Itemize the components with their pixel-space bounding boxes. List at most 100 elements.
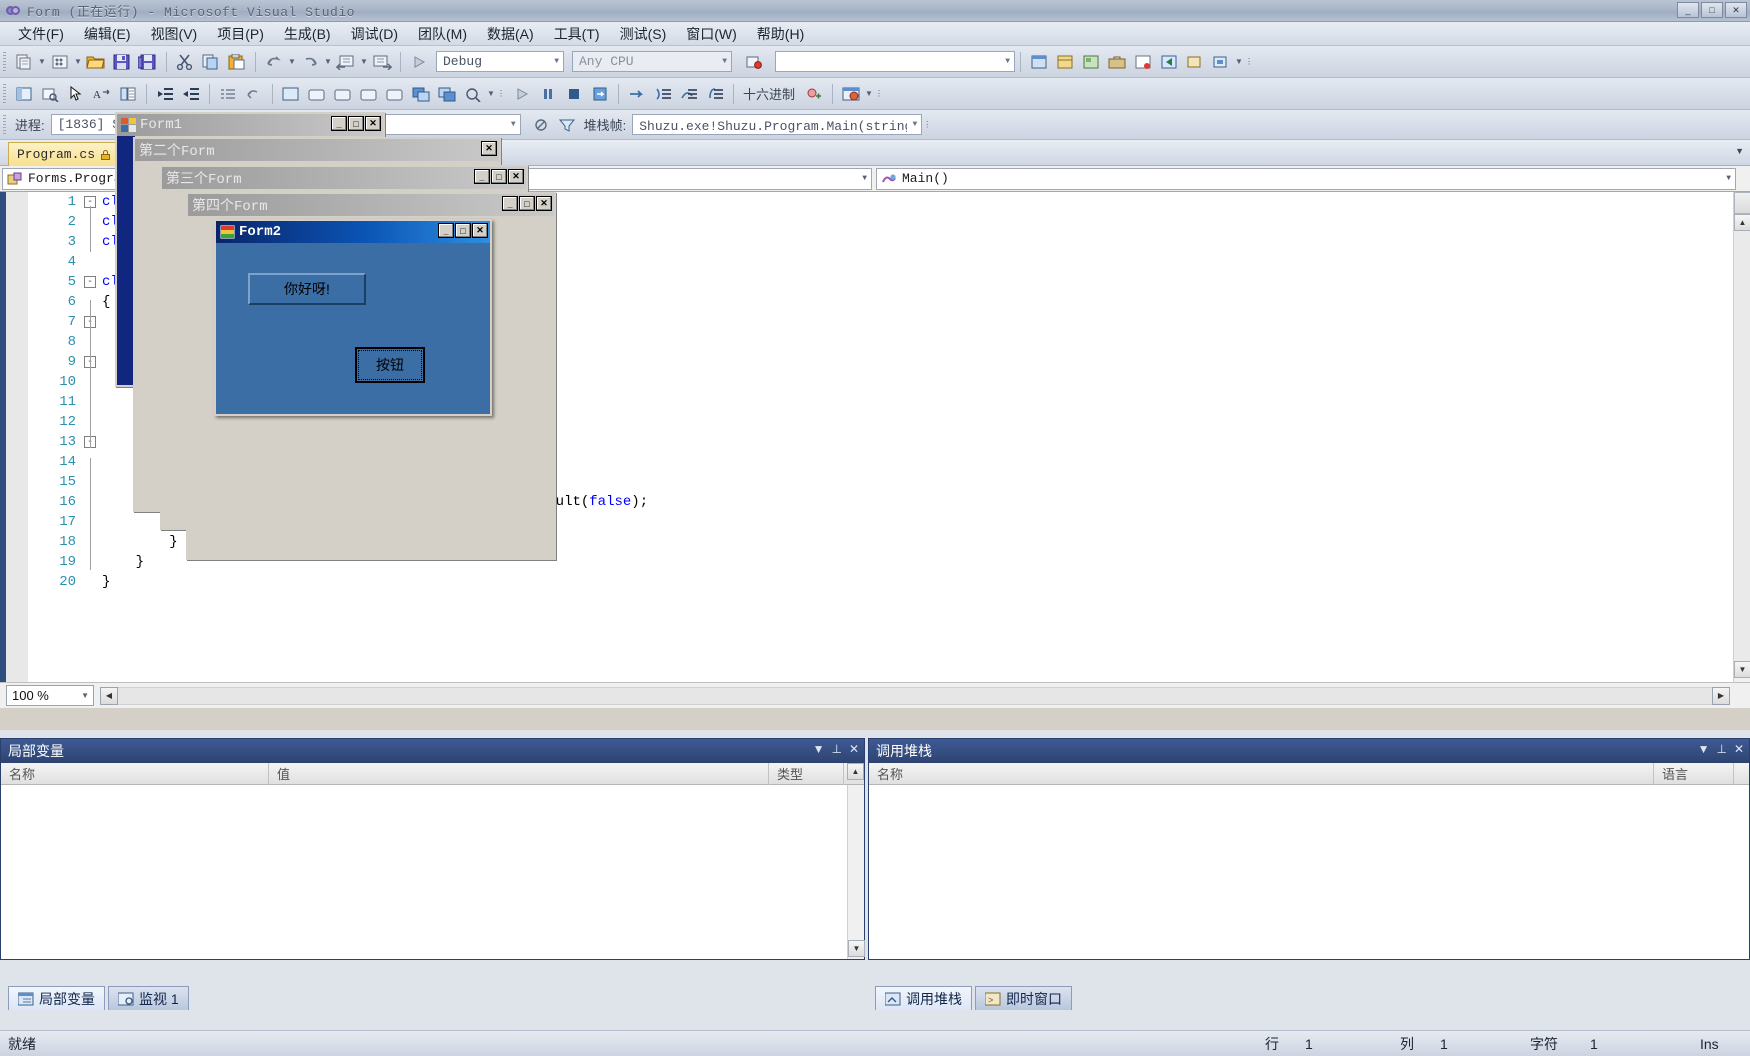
save-icon[interactable]: [110, 50, 134, 74]
display-window-icon[interactable]: [12, 82, 36, 106]
window-maximize-button[interactable]: □: [1701, 2, 1723, 18]
toolbar-options-icon[interactable]: ⋮: [1244, 50, 1254, 74]
form2-greeting-button[interactable]: 你好呀!: [248, 273, 366, 305]
editor-split-handle[interactable]: [1734, 192, 1750, 214]
navigate-back-icon[interactable]: [334, 50, 358, 74]
properties-window-icon[interactable]: [1053, 50, 1077, 74]
menu-view[interactable]: 视图(V): [141, 22, 208, 46]
decrease-indent-icon[interactable]: [153, 82, 177, 106]
tab-order-icon[interactable]: [461, 82, 485, 106]
winform-third-titlebar[interactable]: 第三个Form _ □ ✕: [162, 167, 526, 189]
scroll-down-button[interactable]: ▼: [1734, 661, 1750, 678]
window-minimize-button[interactable]: _: [1677, 2, 1699, 18]
solution-configuration-combo[interactable]: Debug ▼: [436, 51, 564, 72]
callstack-col-name[interactable]: 名称: [869, 763, 1654, 785]
locals-scroll-down-button[interactable]: ▼: [848, 940, 865, 957]
form2-close-button[interactable]: ✕: [472, 223, 488, 238]
winform-form1-minimize[interactable]: _: [331, 116, 347, 131]
new-project-icon[interactable]: [12, 50, 36, 74]
solution-platform-combo[interactable]: Any CPU ▼: [572, 51, 732, 72]
navigate-back-dropdown-icon[interactable]: ▼: [359, 50, 369, 74]
winform-form1-maximize[interactable]: □: [348, 116, 364, 131]
undo-icon[interactable]: [262, 50, 286, 74]
hex-display-label[interactable]: 十六进制: [743, 84, 795, 103]
locals-scroll-track[interactable]: [848, 785, 864, 940]
menu-debug[interactable]: 调试(D): [341, 22, 408, 46]
toolbar-overflow-icon[interactable]: ▼: [1234, 50, 1244, 74]
show-all-files-icon[interactable]: [116, 82, 140, 106]
dock-bottom-icon[interactable]: [383, 82, 407, 106]
winform-third-maximize[interactable]: □: [491, 169, 507, 184]
stop-debugging-icon[interactable]: [562, 82, 586, 106]
menu-data[interactable]: 数据(A): [477, 22, 544, 46]
toggle-breakpoint-icon[interactable]: [802, 82, 826, 106]
dock-top-icon[interactable]: [357, 82, 381, 106]
winform-third-close[interactable]: ✕: [508, 169, 524, 184]
new-window-icon[interactable]: [1183, 50, 1207, 74]
locals-vertical-scrollbar[interactable]: ▼: [847, 785, 864, 959]
menu-team[interactable]: 团队(M): [408, 22, 477, 46]
dock-right-icon[interactable]: [331, 82, 355, 106]
new-project-dropdown-icon[interactable]: ▼: [37, 50, 47, 74]
stackframe-combo[interactable]: Shuzu.exe!Shuzu.Program.Main(string[] ar…: [632, 114, 922, 135]
locals-panel-pin-icon[interactable]: ⊥: [831, 742, 841, 756]
callstack-panel-dropdown-icon[interactable]: ▼: [1698, 742, 1710, 756]
navigate-forward-icon[interactable]: [370, 50, 394, 74]
debug-toolbar-options-icon[interactable]: ⋮: [874, 82, 884, 106]
navigation-member-combo[interactable]: Main() ▼: [876, 168, 1736, 190]
extension-manager-icon[interactable]: [1209, 50, 1233, 74]
open-folder-icon[interactable]: [84, 50, 108, 74]
horizontal-scroll-track[interactable]: [118, 687, 1712, 705]
locals-col-name[interactable]: 名称: [1, 763, 269, 785]
restart-icon[interactable]: [588, 82, 612, 106]
undo-dropdown-icon[interactable]: ▼: [287, 50, 297, 74]
uncomment-selection-icon[interactable]: [242, 82, 266, 106]
menu-build[interactable]: 生成(B): [274, 22, 341, 46]
winform-second-close[interactable]: ✕: [481, 141, 497, 156]
tab-locals[interactable]: 局部变量: [8, 986, 105, 1010]
locals-col-type[interactable]: 类型: [769, 763, 844, 785]
menu-window[interactable]: 窗口(W): [676, 22, 747, 46]
suspend-process-icon[interactable]: [529, 113, 553, 137]
winform-fourth-maximize[interactable]: □: [519, 196, 535, 211]
show-next-statement-icon[interactable]: [625, 82, 649, 106]
locals-panel-dropdown-icon[interactable]: ▼: [813, 742, 825, 756]
winform-form2[interactable]: Form2 _ □ ✕ 你好呀! 按钮: [214, 219, 492, 416]
tab-watch-1[interactable]: 监视 1: [108, 986, 189, 1010]
toolbar-grip[interactable]: [3, 84, 6, 104]
dock-left-icon[interactable]: [305, 82, 329, 106]
step-out-icon[interactable]: [703, 82, 727, 106]
add-item-icon[interactable]: [48, 50, 72, 74]
winform-fourth-titlebar[interactable]: 第四个Form _ □ ✕: [188, 194, 554, 216]
save-all-icon[interactable]: [136, 50, 160, 74]
tab-immediate-window[interactable]: > 即时窗口: [975, 986, 1072, 1010]
menu-file[interactable]: 文件(F): [8, 22, 74, 46]
winform-fourth-close[interactable]: ✕: [536, 196, 552, 211]
callstack-panel-pin-icon[interactable]: ⊥: [1716, 742, 1726, 756]
start-debug-icon[interactable]: [407, 50, 431, 74]
solution-explorer-icon[interactable]: [1027, 50, 1051, 74]
window-layout-icon[interactable]: [279, 82, 303, 106]
redo-icon[interactable]: [298, 50, 322, 74]
attach-process-icon[interactable]: [742, 50, 766, 74]
debug-location-options-icon[interactable]: ⋮: [922, 113, 932, 137]
debug-windows-dropdown-icon[interactable]: ▼: [864, 82, 874, 106]
winform-third-minimize[interactable]: _: [474, 169, 490, 184]
object-browser-icon[interactable]: [1079, 50, 1103, 74]
break-all-icon[interactable]: [536, 82, 560, 106]
error-list-icon[interactable]: [1131, 50, 1155, 74]
step-over-icon[interactable]: [677, 82, 701, 106]
form2-titlebar[interactable]: Form2 _ □ ✕: [216, 221, 490, 243]
callstack-grid-body[interactable]: [869, 785, 1749, 959]
find-in-files-input[interactable]: ▼: [775, 51, 1015, 72]
thread-filter-icon[interactable]: [555, 113, 579, 137]
locals-col-value[interactable]: 值: [269, 763, 769, 785]
find-symbol-icon[interactable]: [38, 82, 62, 106]
send-backward-icon[interactable]: [435, 82, 459, 106]
scroll-track[interactable]: [1734, 231, 1750, 661]
tab-callstack[interactable]: 调用堆栈: [875, 986, 972, 1010]
fold-toggle-icon[interactable]: -: [84, 276, 96, 288]
editor-vertical-scrollbar[interactable]: ▲ ▼: [1733, 192, 1750, 682]
winform-second-titlebar[interactable]: 第二个Form ✕: [135, 139, 499, 161]
step-into-icon[interactable]: [651, 82, 675, 106]
